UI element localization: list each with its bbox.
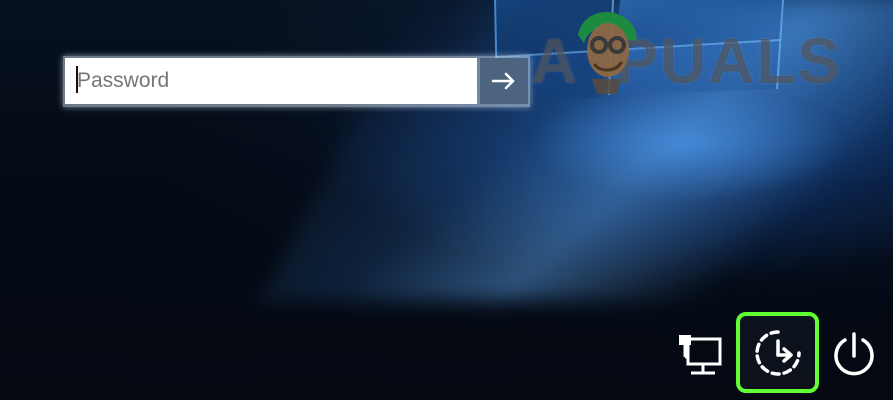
password-box	[63, 56, 530, 107]
power-button[interactable]	[826, 326, 882, 382]
appuals-mascot-logo	[578, 12, 637, 94]
network-icon	[679, 335, 722, 375]
ease-of-access-button[interactable]	[736, 312, 819, 393]
ease-of-access-icon	[754, 329, 801, 376]
bottom-right-controls	[668, 310, 893, 400]
password-input[interactable]	[65, 58, 477, 104]
network-button[interactable]	[672, 326, 728, 382]
power-icon	[834, 332, 874, 376]
lock-screen: A PUALS	[0, 0, 893, 400]
text-cursor	[76, 66, 78, 93]
watermark-text: PUALS	[615, 25, 843, 97]
arrow-right-icon	[491, 72, 515, 90]
submit-button[interactable]	[480, 58, 528, 104]
